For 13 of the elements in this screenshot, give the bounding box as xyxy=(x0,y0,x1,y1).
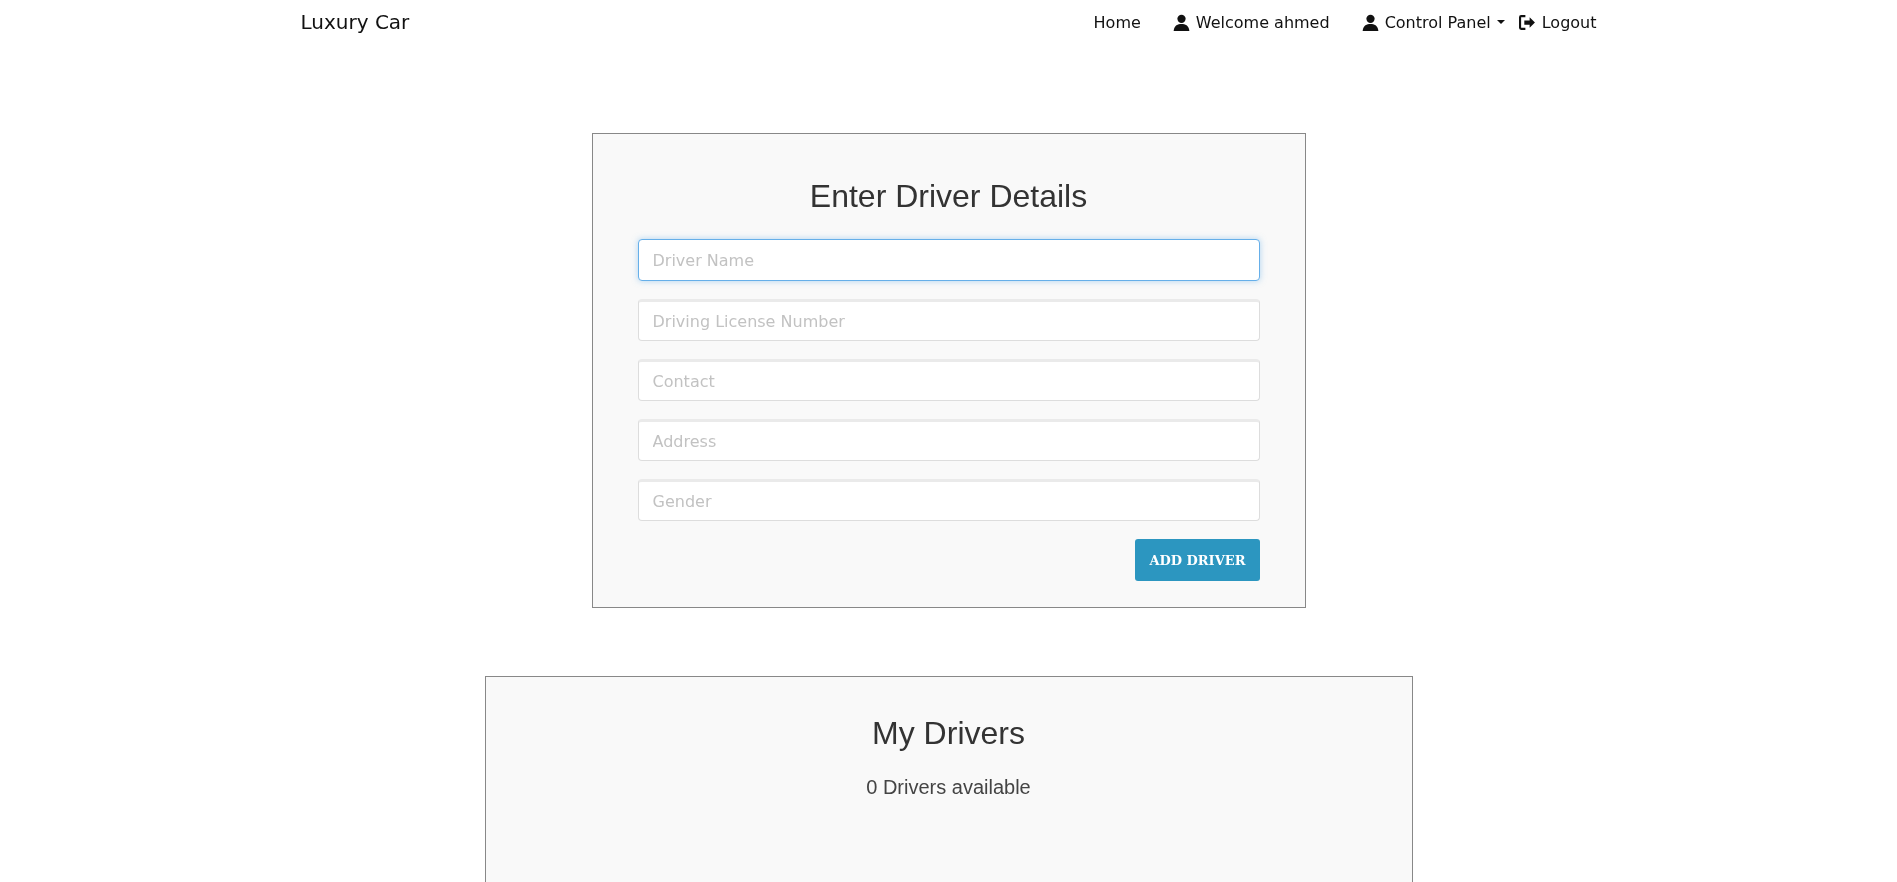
input-field[interactable]: Driver Name xyxy=(637,239,1260,282)
drivers-title: My Drivers xyxy=(872,715,1025,753)
nav-link[interactable]: Control Panel xyxy=(1384,12,1491,32)
nav-link[interactable]: Logout xyxy=(1541,12,1597,32)
logout-icon xyxy=(1518,13,1536,31)
nav-link[interactable]: Home xyxy=(1093,12,1141,32)
form-title: Enter Driver Details xyxy=(809,178,1088,216)
user-icon xyxy=(1172,13,1190,31)
user-icon xyxy=(1361,13,1379,31)
brand-link[interactable]: Luxury Car xyxy=(300,10,410,35)
caret-icon xyxy=(1496,20,1505,25)
drivers-count: 0 Drivers available xyxy=(866,776,1031,800)
nav-link[interactable]: Welcome ahmed xyxy=(1195,12,1330,32)
